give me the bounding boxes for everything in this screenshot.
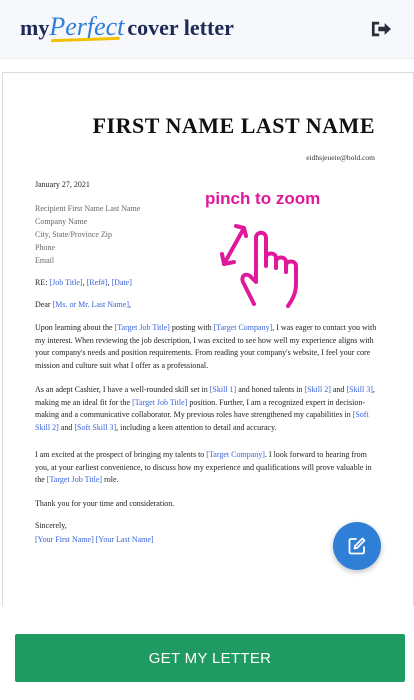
closing-line: Sincerely, [35, 521, 67, 530]
re-ref: [Ref#] [86, 278, 108, 287]
re-line: RE: [Job Title], [Ref#], [Date] [35, 278, 132, 287]
recipient-city: City, State/Province Zip [35, 230, 113, 239]
re-label: RE: [35, 278, 50, 287]
p3-text-1: I am excited at the prospect of bringing… [35, 450, 207, 459]
logo-text-perfect: Perfect [49, 12, 125, 41]
applicant-email: eidhsjeueie@bold.com [306, 153, 375, 162]
edit-letter-button[interactable] [333, 522, 381, 570]
p1-text-2: posting with [169, 323, 214, 332]
paragraph-skills: As an adept Cashier, I have a well-round… [35, 384, 380, 434]
brand-logo[interactable]: myPerfect cover letter [20, 12, 234, 42]
p2-job-title: [Target Job Title] [132, 397, 188, 407]
paragraph-intro: Upon learning about the [Target Job Titl… [35, 322, 380, 372]
p2-text-7: , including a keen attention to detail a… [116, 422, 277, 432]
letter-date: January 27, 2021 [35, 180, 90, 189]
applicant-name: FIRST NAME LAST NAME [92, 113, 375, 138]
edit-icon [348, 537, 366, 555]
re-job-title: [Job Title] [49, 278, 83, 287]
salutation-suffix: , [128, 300, 131, 309]
p3-job-title: [Target Job Title] [46, 475, 103, 485]
get-my-letter-button[interactable]: GET MY LETTER [15, 634, 405, 682]
p2-skill-1: [Skill 1] [209, 385, 237, 394]
recipient-phone: Phone [35, 243, 55, 252]
p3-text-3: role. [102, 475, 119, 485]
p2-text-2: and honed talents in [236, 385, 305, 394]
thanks-line: Thank you for your time and consideratio… [35, 499, 175, 508]
pinch-to-zoom-hint: pinch to zoom [205, 189, 321, 208]
p2-text-3: and [330, 385, 347, 394]
p1-company: [Target Company] [213, 323, 273, 332]
p2-soft-skill-3: [Soft Skill 3] [74, 422, 117, 432]
pinch-hand-icon [220, 224, 298, 308]
logout-icon[interactable] [370, 19, 392, 39]
p1-text-1: Upon learning about the [35, 323, 115, 332]
p2-text-6: and [58, 422, 75, 432]
p2-text-1: As an adept Cashier, I have a well-round… [35, 385, 210, 394]
p2-skill-2: [Skill 2] [304, 385, 331, 394]
letter-preview-area[interactable]: FIRST NAME LAST NAME eidhsjeueie@bold.co… [0, 72, 414, 606]
salutation-name: [Ms. or Mr. Last Name] [52, 300, 129, 309]
paragraph-closing: I am excited at the prospect of bringing… [35, 449, 380, 487]
salutation-prefix: Dear [35, 300, 53, 309]
signature: [Your First Name] [Your Last Name] [35, 535, 154, 544]
recipient-company: Company Name [35, 217, 88, 226]
logo-text-my: my [20, 15, 50, 40]
recipient-name: Recipient First Name Last Name [35, 204, 141, 213]
p1-job-title: [Target Job Title] [114, 323, 170, 332]
p2-skill-3: [Skill 3] [346, 385, 373, 394]
app-header: myPerfect cover letter [0, 0, 414, 59]
re-date: [Date] [111, 278, 132, 287]
p3-company: [Target Company] [206, 450, 265, 459]
logo-text-cover-letter: cover letter [127, 15, 234, 40]
recipient-block: Recipient First Name Last Name Company N… [35, 202, 140, 267]
salutation: Dear [Ms. or Mr. Last Name], [35, 300, 131, 309]
recipient-email: Email [35, 256, 55, 265]
